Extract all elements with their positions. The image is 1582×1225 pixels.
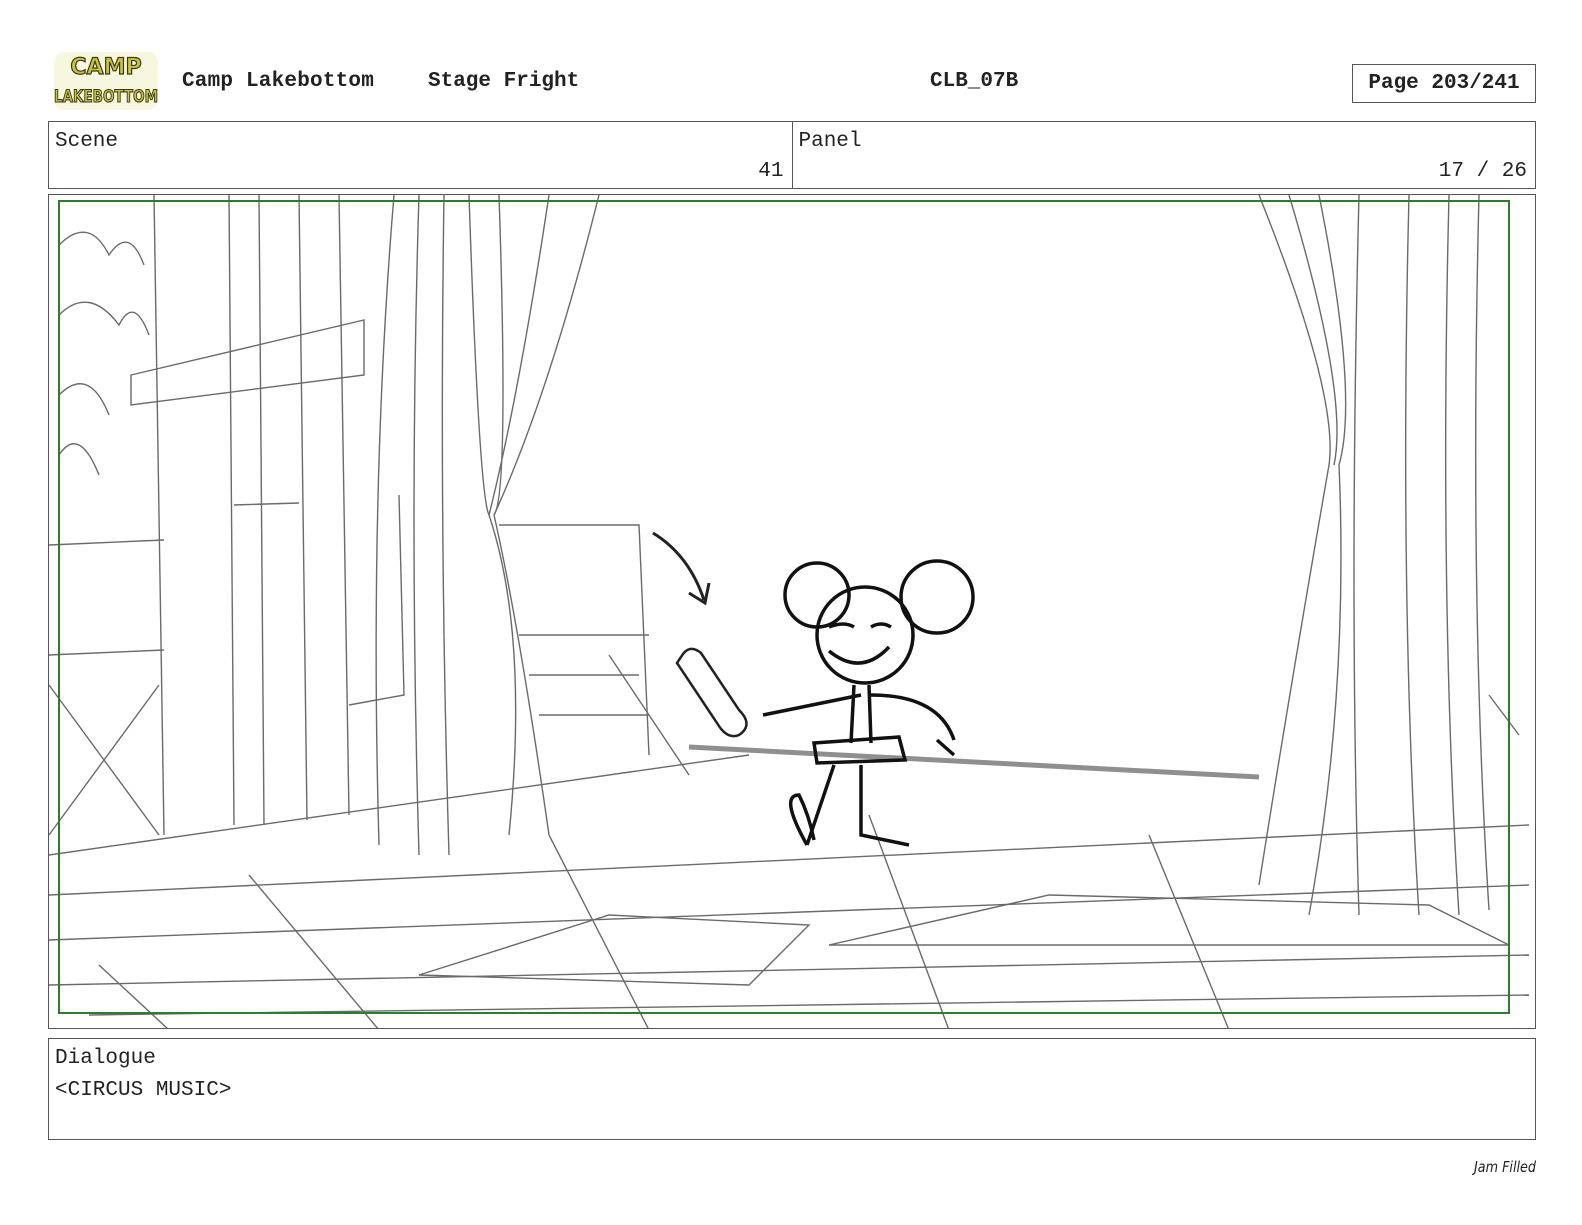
storyboard-panel xyxy=(48,194,1536,1029)
panel-label: Panel xyxy=(798,130,862,153)
svg-text:Jam Filled: Jam Filled xyxy=(1472,1158,1536,1176)
camp-lakebottom-logo: CAMP LAKEBOTTOM xyxy=(53,52,159,110)
scene-cell: Scene 41 xyxy=(49,122,792,188)
panel-number: 17 / 26 xyxy=(1438,160,1527,183)
show-title: Camp Lakebottom xyxy=(182,70,375,93)
panel-cell: Panel 17 / 26 xyxy=(791,122,1536,188)
jam-filled-logo: Jam Filled xyxy=(1472,1158,1536,1176)
scene-panel-info: Scene 41 Panel 17 / 26 xyxy=(48,121,1536,189)
stage-edge-line xyxy=(688,744,1260,780)
juggling-pin xyxy=(675,647,748,738)
scene-number: 41 xyxy=(758,160,784,183)
character-girl xyxy=(762,559,975,847)
episode-code: CLB_07B xyxy=(930,70,1019,93)
svg-text:LAKEBOTTOM: LAKEBOTTOM xyxy=(54,87,158,107)
page-number-box: Page 203/241 xyxy=(1352,64,1536,103)
page-number: Page 203/241 xyxy=(1368,72,1520,95)
motion-arrow xyxy=(652,531,711,606)
page-header: CAMP LAKEBOTTOM Camp Lakebottom Stage Fr… xyxy=(0,0,1582,120)
episode-title: Stage Fright xyxy=(428,70,580,93)
svg-text:CAMP: CAMP xyxy=(70,55,141,80)
dialogue-box: Dialogue <CIRCUS MUSIC> xyxy=(48,1038,1536,1140)
scene-label: Scene xyxy=(55,130,119,153)
dialogue-label: Dialogue xyxy=(55,1047,156,1070)
storyboard-drawing xyxy=(49,195,1530,1028)
dialogue-text: <CIRCUS MUSIC> xyxy=(55,1079,232,1102)
safe-frame xyxy=(58,200,1510,1014)
